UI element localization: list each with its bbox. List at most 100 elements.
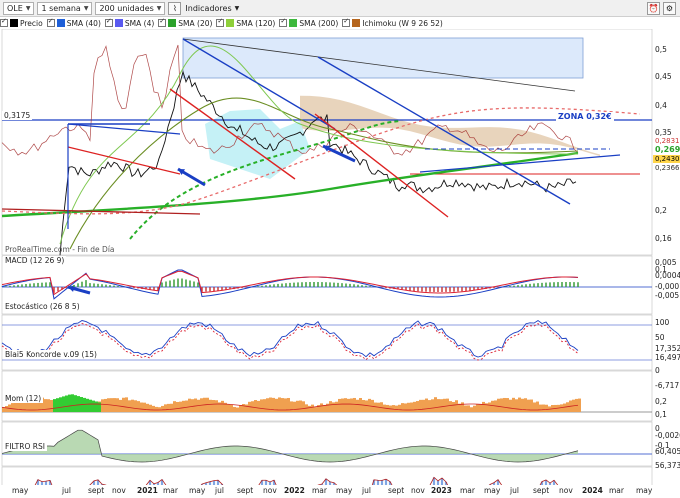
koncorde-bar	[329, 401, 332, 412]
koncorde-bar	[146, 403, 149, 412]
koncorde-bar	[233, 406, 236, 412]
checkbox-icon[interactable]	[216, 17, 225, 27]
time-tick: 2022	[284, 486, 305, 495]
price-tick: 0,45	[655, 72, 672, 81]
period-label: 1 semana	[41, 3, 81, 13]
checkbox-icon[interactable]	[104, 17, 113, 27]
koncorde-bar	[230, 404, 233, 412]
panel-tick: -0,005	[655, 291, 680, 300]
koncorde-green-bar	[53, 399, 56, 412]
koncorde-bar	[170, 403, 173, 412]
checkbox-icon[interactable]	[279, 17, 288, 27]
koncorde-green-bar	[71, 394, 74, 412]
koncorde-bar	[467, 405, 470, 412]
checkbox-icon[interactable]	[158, 17, 167, 27]
koncorde-bar	[332, 402, 335, 412]
koncorde-bar	[221, 400, 224, 412]
legend-item[interactable]: SMA (40)	[46, 17, 101, 28]
koncorde-bar	[308, 405, 311, 412]
legend-item[interactable]: SMA (200)	[279, 17, 338, 28]
koncorde-green-bar	[59, 397, 62, 412]
panel-title: Blai5 Koncorde v.09 (15)	[3, 350, 99, 359]
koncorde-green-bar	[86, 398, 89, 412]
koncorde-bar	[449, 401, 452, 412]
checkbox-icon[interactable]	[46, 17, 55, 27]
koncorde-bar	[365, 400, 368, 412]
chevron-down-icon: ▼	[234, 4, 240, 12]
legend-label: SMA (4)	[124, 18, 155, 28]
koncorde-bar	[515, 399, 518, 412]
koncorde-bar	[482, 401, 485, 412]
checkbox-icon[interactable]	[342, 17, 351, 27]
indicator-icon[interactable]: ⌇	[168, 1, 182, 15]
panel-frame	[1, 314, 653, 371]
koncorde-bar	[314, 407, 317, 412]
legend-item[interactable]: Ichimoku (W 9 26 52)	[342, 17, 443, 28]
price-box: 0,2366	[653, 164, 680, 172]
indicators-button[interactable]: Indicadores ▼	[185, 2, 239, 15]
koncorde-bar	[452, 401, 455, 412]
panel-title: Estocástico (26 8 5)	[3, 302, 82, 311]
color-swatch	[114, 19, 123, 27]
time-tick: nov	[411, 486, 425, 495]
koncorde-bar	[512, 397, 515, 412]
chart-area[interactable]	[0, 29, 680, 485]
koncorde-bar	[413, 401, 416, 412]
checkbox-icon[interactable]	[0, 17, 8, 27]
time-tick: may	[189, 486, 206, 495]
koncorde-bar	[416, 401, 419, 412]
legend-item[interactable]: SMA (120)	[216, 17, 275, 28]
koncorde-bar	[311, 404, 314, 412]
koncorde-bar	[422, 399, 425, 412]
legend-item[interactable]: SMA (20)	[158, 17, 212, 28]
highlight-zone	[182, 37, 584, 79]
koncorde-bar	[407, 402, 410, 412]
alarm-icon[interactable]: ⏰	[647, 2, 660, 15]
koncorde-bar	[392, 405, 395, 412]
panel-tick: 100	[655, 318, 670, 327]
time-tick: may	[484, 486, 501, 495]
koncorde-bar	[176, 401, 179, 412]
koncorde-bar	[335, 401, 338, 412]
indicator-legend: Precio SMA (40) SMA (4) SMA (20) SMA (120) SM…	[0, 17, 447, 29]
koncorde-bar	[488, 402, 491, 412]
panel-tick: 17,352	[655, 344, 680, 353]
time-tick: jul	[510, 486, 519, 495]
panel-title: Mom (12)	[3, 394, 44, 403]
koncorde-bar	[425, 398, 428, 412]
koncorde-bar	[464, 405, 467, 412]
panel-title: MACD (12 26 9)	[3, 256, 67, 265]
settings-icon[interactable]: ⚙	[663, 2, 676, 15]
symbol-selector[interactable]: OLE ▼	[3, 1, 35, 15]
legend-item[interactable]: Precio	[0, 17, 43, 28]
period-selector[interactable]: 1 semana ▼	[37, 1, 93, 15]
legend-item[interactable]: SMA (4)	[104, 17, 155, 28]
koncorde-bar	[410, 402, 413, 412]
chevron-down-icon: ▼	[156, 4, 162, 12]
koncorde-bar	[212, 400, 215, 412]
koncorde-bar	[362, 399, 365, 412]
time-tick: jul	[362, 486, 371, 495]
panel-tick: -0,0026	[655, 431, 680, 440]
price-tick: 0,35	[655, 128, 672, 137]
koncorde-green-bar	[92, 400, 95, 412]
koncorde-bar	[257, 400, 260, 412]
color-swatch	[10, 19, 18, 27]
koncorde-green-bar	[65, 395, 68, 412]
panel-tick: 0,0004	[655, 271, 680, 280]
color-swatch	[352, 19, 361, 27]
legend-label: Ichimoku (W 9 26 52)	[362, 18, 443, 28]
koncorde-bar	[353, 397, 356, 412]
koncorde-bar	[503, 397, 506, 412]
koncorde-bar	[173, 401, 176, 412]
koncorde-bar	[293, 401, 296, 412]
price-box: 0,2831	[653, 137, 680, 145]
koncorde-bar	[245, 404, 248, 412]
price-box: 0,2697	[653, 145, 680, 154]
koncorde-bar	[563, 403, 566, 412]
koncorde-bar	[296, 400, 299, 412]
units-selector[interactable]: 200 unidades ▼	[95, 1, 166, 15]
koncorde-bar	[356, 399, 359, 412]
koncorde-bar	[443, 398, 446, 412]
koncorde-green-bar	[68, 394, 71, 412]
